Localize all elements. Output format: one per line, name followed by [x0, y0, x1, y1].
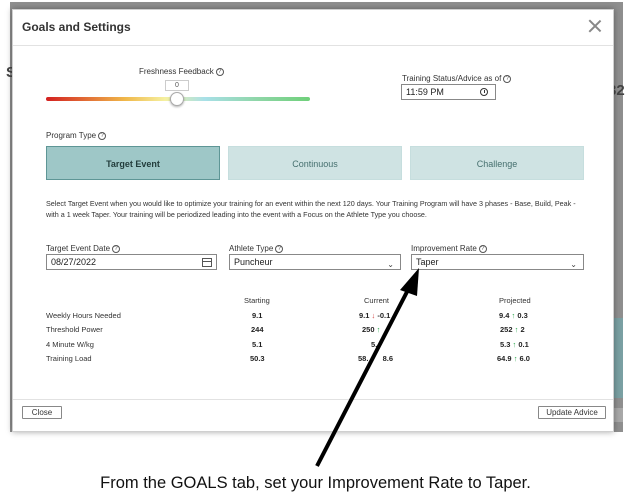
annotation-arrow — [315, 268, 419, 467]
instruction-caption: From the GOALS tab, set your Improvement… — [100, 474, 531, 492]
screenshot-stage: S 32 Goals and Settings Freshness Feedba… — [0, 0, 631, 503]
